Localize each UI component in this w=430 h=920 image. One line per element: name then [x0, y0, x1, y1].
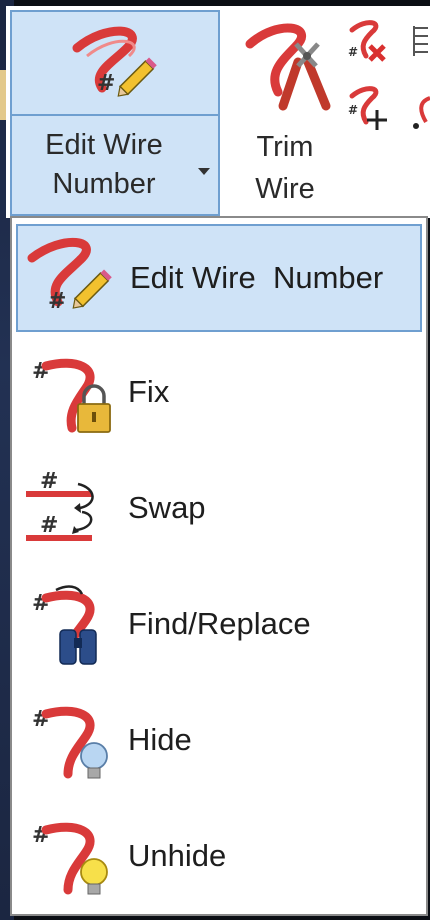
swap-wire-numbers-icon: # #	[16, 458, 126, 558]
hide-wire-number-icon: #	[16, 690, 126, 790]
menu-item-label: Find/Replace	[128, 606, 311, 641]
menu-item-label: Hide	[128, 722, 192, 757]
trim-wire-button[interactable]: Trim Wire	[226, 10, 344, 210]
delete-wire-number-icon[interactable]: #	[346, 16, 388, 64]
menu-item-edit-wire-number[interactable]: # Edit Wire Number	[16, 224, 422, 332]
fix-wire-number-icon: #	[16, 342, 126, 442]
svg-text:#: #	[40, 513, 58, 538]
svg-text:#: #	[348, 103, 358, 117]
wire-tool-icon[interactable]	[410, 92, 430, 132]
menu-item-fix[interactable]: # Fix	[16, 338, 422, 446]
edit-wire-number-label: Edit Wire Number	[45, 129, 163, 200]
edit-wire-number-icon: #	[67, 18, 167, 108]
menu-item-swap[interactable]: # # Swap	[16, 454, 422, 562]
menu-item-hide[interactable]: # Hide	[16, 686, 422, 794]
svg-text:#: #	[48, 289, 66, 314]
edit-wire-number-dropdown[interactable]: Edit Wire Number	[10, 116, 220, 216]
move-wire-number-icon[interactable]: #	[346, 82, 388, 130]
menu-item-unhide[interactable]: # Unhide	[16, 802, 422, 910]
menu-item-find-replace[interactable]: # Find/Replace	[16, 570, 422, 678]
svg-text:#: #	[97, 71, 115, 96]
svg-text:#: #	[40, 469, 58, 494]
small-tool-group: # #	[344, 10, 430, 130]
menu-item-label: Fix	[128, 374, 170, 409]
edit-wire-number-icon: #	[18, 228, 128, 328]
chevron-down-icon	[198, 168, 210, 175]
wire-list-icon[interactable]	[410, 24, 430, 64]
edit-wire-number-button[interactable]: #	[10, 10, 220, 116]
svg-text:#: #	[348, 45, 358, 59]
trim-wire-icon	[238, 14, 338, 114]
menu-item-label: Swap	[128, 490, 206, 525]
trim-wire-label: Trim Wire	[255, 131, 315, 205]
find-replace-icon: #	[16, 574, 126, 674]
edit-wire-number-menu: # Edit Wire Number # Fix # # Swap # Find…	[10, 216, 428, 916]
unhide-wire-number-icon: #	[16, 806, 126, 906]
menu-item-label: Unhide	[128, 838, 227, 873]
menu-item-label: Edit Wire Number	[130, 260, 384, 295]
